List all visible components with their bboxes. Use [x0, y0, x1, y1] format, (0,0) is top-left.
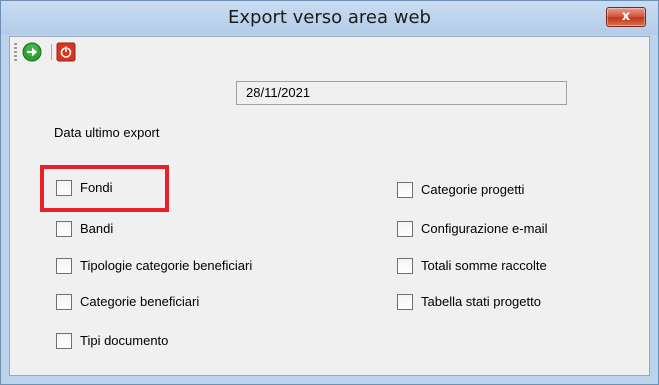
checkbox-box[interactable]	[56, 221, 72, 237]
power-icon	[56, 42, 76, 62]
checkbox-box[interactable]	[397, 221, 413, 237]
checkbox-label: Tipi documento	[80, 333, 169, 348]
checkbox-label: Categorie progetti	[421, 182, 525, 197]
checkbox-label: Configurazione e-mail	[421, 221, 548, 236]
checkbox-label: Totali somme raccolte	[421, 258, 547, 273]
export-button[interactable]	[22, 42, 42, 62]
go-forward-icon	[22, 42, 42, 62]
toolbar	[10, 37, 649, 67]
checkbox-box[interactable]	[397, 182, 413, 198]
last-export-label: Data ultimo export	[54, 125, 160, 140]
checkbox-label: Tipologie categorie beneficiari	[80, 258, 253, 273]
checkbox-label: Tabella stati progetto	[421, 294, 541, 309]
checkbox-box[interactable]	[56, 294, 72, 310]
title-bar[interactable]: Export verso area web x	[1, 1, 658, 35]
checkbox-label: Categorie beneficiari	[80, 294, 200, 309]
toolbar-grip[interactable]	[14, 43, 17, 61]
toolbar-separator	[51, 44, 52, 60]
checkbox-box[interactable]	[397, 294, 413, 310]
last-export-date-field[interactable]: 28/11/2021	[236, 81, 567, 105]
exit-button[interactable]	[56, 42, 76, 62]
checkbox-box[interactable]	[56, 180, 72, 196]
checkbox-box[interactable]	[397, 258, 413, 274]
checkbox-label: Fondi	[80, 180, 113, 195]
checkbox-label: Bandi	[80, 221, 114, 236]
checkbox-box[interactable]	[56, 258, 72, 274]
window-title: Export verso area web	[228, 7, 431, 28]
checkbox-box[interactable]	[56, 333, 72, 349]
close-button[interactable]: x	[606, 7, 646, 27]
